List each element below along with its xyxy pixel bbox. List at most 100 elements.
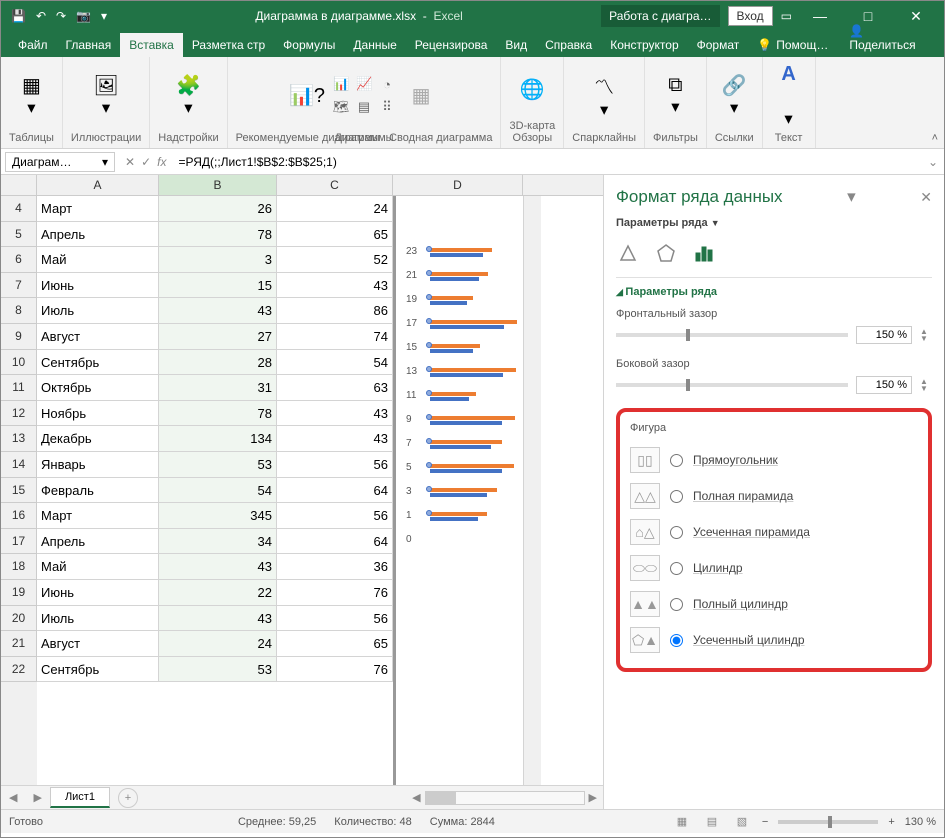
chart-pie-icon[interactable]: ◔: [377, 74, 397, 94]
cell[interactable]: 134: [159, 426, 277, 452]
cell[interactable]: 15: [159, 273, 277, 299]
links-icon[interactable]: 🔗▾: [716, 78, 752, 114]
column-header-a[interactable]: A: [37, 175, 159, 195]
row-header[interactable]: 13: [1, 426, 37, 452]
tables-icon[interactable]: ▦▾: [13, 78, 49, 114]
row-header[interactable]: 19: [1, 580, 37, 606]
tab-page-layout[interactable]: Разметка стр: [183, 33, 274, 57]
fx-icon[interactable]: fx: [157, 155, 166, 169]
chart-bar[interactable]: [430, 248, 492, 258]
chart-bar[interactable]: [430, 296, 473, 306]
chart-line-icon[interactable]: 📈: [354, 74, 374, 94]
cell[interactable]: 345: [159, 503, 277, 529]
tab-data[interactable]: Данные: [344, 33, 405, 57]
chart-data-point[interactable]: [426, 246, 432, 252]
cell[interactable]: 43: [159, 298, 277, 324]
cell[interactable]: Ноябрь: [37, 401, 159, 427]
cell[interactable]: 76: [277, 580, 393, 606]
gap-depth-value[interactable]: 150 %: [856, 326, 912, 344]
camera-icon[interactable]: 📷: [76, 9, 91, 23]
formula-input[interactable]: =РЯД(;;Лист1!$B$2:$B$25;1): [172, 153, 921, 171]
sheet-nav-prev-icon[interactable]: ◀: [1, 791, 25, 804]
gap-width-slider[interactable]: [616, 383, 848, 387]
cell[interactable]: Апрель: [37, 529, 159, 555]
chart-bar[interactable]: [430, 344, 480, 354]
row-header[interactable]: 11: [1, 375, 37, 401]
cell[interactable]: 31: [159, 375, 277, 401]
cell[interactable]: Август: [37, 324, 159, 350]
cell[interactable]: 74: [277, 324, 393, 350]
chart-data-point[interactable]: [426, 414, 432, 420]
chart-bar[interactable]: [430, 512, 487, 522]
chart-data-point[interactable]: [426, 366, 432, 372]
redo-icon[interactable]: ↷: [56, 9, 66, 23]
column-header-b[interactable]: B: [159, 175, 277, 195]
gap-width-value[interactable]: 150 %: [856, 376, 912, 394]
3d-map-icon[interactable]: 🌐: [514, 72, 550, 108]
chart-data-point[interactable]: [426, 294, 432, 300]
cell[interactable]: 43: [277, 273, 393, 299]
cell[interactable]: Август: [37, 631, 159, 657]
gap-depth-spinner[interactable]: ▲▼: [920, 328, 932, 342]
filters-icon[interactable]: ⧉▾: [657, 78, 693, 114]
tab-insert[interactable]: Вставка: [120, 33, 183, 57]
vertical-scrollbar[interactable]: [523, 196, 541, 785]
save-icon[interactable]: 💾: [11, 9, 26, 23]
cell[interactable]: 65: [277, 631, 393, 657]
page-layout-view-icon[interactable]: ▤: [702, 815, 722, 828]
cell[interactable]: 43: [159, 554, 277, 580]
illustrations-icon[interactable]: 🖼▾: [88, 78, 124, 114]
row-header[interactable]: 15: [1, 478, 37, 504]
chart-hierarchy-icon[interactable]: ▤: [354, 97, 374, 117]
row-header[interactable]: 5: [1, 222, 37, 248]
tab-chart-design[interactable]: Конструктор: [601, 33, 687, 57]
row-header[interactable]: 17: [1, 529, 37, 555]
enter-formula-icon[interactable]: ✓: [141, 155, 151, 169]
fill-line-tab-icon[interactable]: [616, 241, 640, 265]
login-button[interactable]: Вход: [728, 6, 773, 26]
cell[interactable]: Июль: [37, 298, 159, 324]
gap-depth-slider[interactable]: [616, 333, 848, 337]
tab-view[interactable]: Вид: [496, 33, 536, 57]
tab-chart-format[interactable]: Формат: [688, 33, 749, 57]
row-header[interactable]: 16: [1, 503, 37, 529]
chart-bar[interactable]: [430, 392, 476, 402]
tab-help[interactable]: Справка: [536, 33, 601, 57]
cells-grid[interactable]: Март2624Апрель7865Май352Июнь1543Июль4386…: [37, 196, 393, 785]
cell[interactable]: 86: [277, 298, 393, 324]
row-header[interactable]: 22: [1, 657, 37, 683]
cell[interactable]: 52: [277, 247, 393, 273]
cell[interactable]: 56: [277, 452, 393, 478]
chart-data-point[interactable]: [426, 342, 432, 348]
cell[interactable]: 28: [159, 350, 277, 376]
effects-tab-icon[interactable]: [654, 241, 678, 265]
name-box[interactable]: Диаграм…▾: [5, 152, 115, 172]
row-header[interactable]: 14: [1, 452, 37, 478]
shape-option-partial-pyramid[interactable]: ⌂△ Усеченная пирамида: [630, 514, 918, 550]
cell[interactable]: 56: [277, 503, 393, 529]
cell[interactable]: 65: [277, 222, 393, 248]
cell[interactable]: Февраль: [37, 478, 159, 504]
shape-option-full-pyramid[interactable]: △△ Полная пирамида: [630, 478, 918, 514]
chart-bar[interactable]: [430, 368, 516, 378]
pivot-chart-button[interactable]: ▦: [403, 78, 439, 114]
cell[interactable]: 53: [159, 452, 277, 478]
column-header-c[interactable]: C: [277, 175, 393, 195]
expand-formula-bar-icon[interactable]: ⌄: [922, 155, 944, 169]
cancel-formula-icon[interactable]: ✕: [125, 155, 135, 169]
chart-data-point[interactable]: [426, 438, 432, 444]
chart-data-point[interactable]: [426, 462, 432, 468]
shape-option-box[interactable]: ▯▯ Прямоугольник: [630, 442, 918, 478]
text-icon[interactable]: A▾: [771, 78, 807, 114]
cell[interactable]: 27: [159, 324, 277, 350]
cell[interactable]: 78: [159, 222, 277, 248]
tab-file[interactable]: Файл: [9, 33, 57, 57]
cell[interactable]: Июнь: [37, 580, 159, 606]
chart-data-point[interactable]: [426, 486, 432, 492]
row-header[interactable]: 18: [1, 554, 37, 580]
chart-bar[interactable]: [430, 488, 497, 498]
chart-bar[interactable]: [430, 416, 515, 426]
ribbon-display-icon[interactable]: ▭: [781, 9, 792, 23]
cell[interactable]: Июль: [37, 606, 159, 632]
cell[interactable]: 26: [159, 196, 277, 222]
